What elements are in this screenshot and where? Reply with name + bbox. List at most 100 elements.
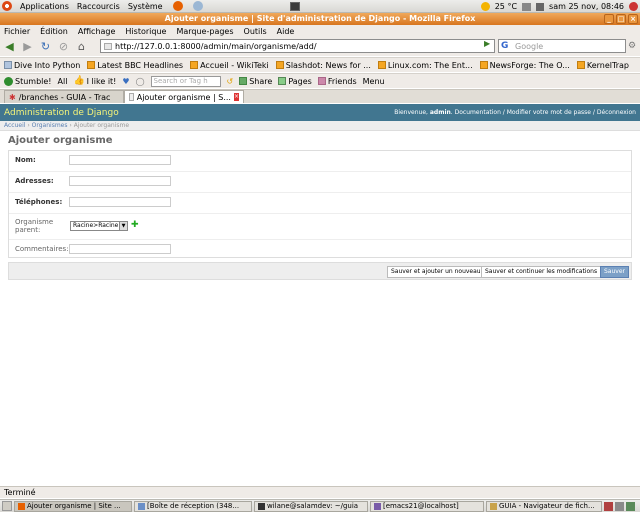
taskbar-item[interactable]: wilane@salamdev: ~/guia bbox=[254, 500, 368, 512]
menu-aide[interactable]: Aide bbox=[277, 27, 295, 36]
bookmark-item[interactable]: Dive Into Python bbox=[4, 61, 80, 70]
terminal-icon bbox=[258, 502, 265, 510]
menu-edition[interactable]: Édition bbox=[40, 27, 68, 36]
menu-systeme[interactable]: Système bbox=[128, 2, 163, 11]
volume-icon[interactable] bbox=[536, 2, 545, 11]
weather-icon bbox=[480, 2, 490, 11]
taskbar-item[interactable]: [Boîte de réception (348... bbox=[134, 500, 252, 512]
breadcrumb-current: Ajouter organisme bbox=[73, 122, 130, 129]
go-icon[interactable]: ▶ bbox=[484, 39, 494, 49]
reload-icon[interactable]: ↻ bbox=[39, 40, 52, 53]
field-label: Adresses: bbox=[15, 177, 54, 185]
menu-applications[interactable]: Applications bbox=[20, 2, 69, 11]
tab-trac[interactable]: ✱ /branches - GUIA - Trac bbox=[4, 90, 124, 103]
all-dropdown[interactable]: All bbox=[58, 77, 68, 86]
show-desktop-icon[interactable] bbox=[2, 501, 12, 511]
refresh-icon[interactable]: ↺ bbox=[227, 77, 234, 86]
adresses-field[interactable] bbox=[69, 176, 171, 186]
organisme-form: Nom: Adresses: Téléphones: Organisme pare… bbox=[8, 150, 632, 258]
forward-icon[interactable]: ▶ bbox=[21, 40, 34, 53]
minimize-button[interactable]: _ bbox=[604, 14, 614, 24]
field-label: Commentaires: bbox=[15, 245, 69, 253]
rss-feed-icon bbox=[87, 61, 96, 69]
commentaires-field[interactable] bbox=[69, 244, 171, 254]
weather-temp[interactable]: 25 °C bbox=[495, 2, 517, 11]
bookmark-item[interactable]: NewsForge: The O... bbox=[479, 61, 570, 70]
gear-icon[interactable]: ⚙ bbox=[628, 41, 636, 51]
save-add-another-button[interactable]: Sauver et ajouter un nouveau bbox=[387, 266, 485, 278]
trash-icon[interactable] bbox=[626, 501, 635, 511]
save-continue-button[interactable]: Sauver et continuer les modifications bbox=[481, 266, 602, 278]
clock[interactable]: sam 25 nov, 08:46 bbox=[549, 2, 624, 11]
taskbar-item[interactable]: [emacs21@localhost] bbox=[370, 500, 484, 512]
workspace-icon[interactable] bbox=[615, 501, 624, 511]
comment-icon[interactable]: ◯ bbox=[136, 77, 145, 86]
ubuntu-logo-icon bbox=[2, 1, 12, 11]
tab-ajouter-organisme[interactable]: Ajouter organisme | S... × bbox=[124, 90, 244, 103]
back-icon[interactable]: ◀ bbox=[3, 40, 16, 53]
workspace-icon[interactable] bbox=[604, 501, 613, 511]
logout-icon[interactable] bbox=[629, 2, 638, 11]
add-related-icon[interactable]: ✚ bbox=[131, 220, 139, 230]
firefox-launcher-icon[interactable] bbox=[172, 1, 183, 11]
user-tools: Bienvenue, admin. Documentation / Modifi… bbox=[394, 109, 636, 116]
bookmark-item[interactable]: Latest BBC Headlines bbox=[87, 61, 183, 70]
google-icon[interactable]: G bbox=[501, 41, 508, 51]
menu-dropdown[interactable]: Menu bbox=[363, 77, 385, 86]
menu-affichage[interactable]: Affichage bbox=[78, 27, 116, 36]
bookmark-item[interactable]: Slashdot: News for ... bbox=[275, 61, 371, 70]
menu-historique[interactable]: Historique bbox=[125, 27, 166, 36]
share-icon bbox=[239, 77, 248, 85]
thumbs-down-icon[interactable]: ♥ bbox=[122, 77, 129, 86]
stumble-button[interactable]: Stumble! bbox=[4, 76, 52, 86]
bottom-panel: Ajouter organisme | Site ... [Boîte de r… bbox=[0, 499, 640, 512]
user-links[interactable]: . Documentation / Modifier votre mot de … bbox=[451, 109, 636, 116]
close-tab-icon[interactable]: × bbox=[233, 93, 239, 101]
field-label: Organisme parent: bbox=[15, 218, 54, 234]
mail-launcher-icon[interactable] bbox=[192, 1, 203, 11]
thumbs-up-icon: 👍 bbox=[73, 76, 85, 86]
telephones-field[interactable] bbox=[69, 197, 171, 207]
breadcrumb-home[interactable]: Accueil bbox=[4, 122, 25, 129]
form-row-nom: Nom: bbox=[9, 151, 631, 172]
like-button[interactable]: 👍 I like it! bbox=[73, 76, 116, 86]
stop-icon[interactable]: ⊘ bbox=[57, 40, 70, 53]
chevron-down-icon: ▼ bbox=[119, 222, 127, 230]
menu-fichier[interactable]: Fichier bbox=[4, 27, 30, 36]
menu-outils[interactable]: Outils bbox=[244, 27, 267, 36]
maximize-button[interactable]: □ bbox=[616, 14, 626, 24]
home-icon[interactable]: ⌂ bbox=[75, 40, 88, 53]
network-icon[interactable] bbox=[522, 2, 532, 11]
search-input[interactable]: G Google bbox=[498, 39, 626, 53]
window-title: Ajouter organisme | Site d'administratio… bbox=[164, 14, 476, 23]
stumbleupon-icon bbox=[4, 76, 13, 86]
taskbar-item[interactable]: GUIA - Navigateur de fich... bbox=[486, 500, 602, 512]
tag-search-input[interactable]: Search or Tag h bbox=[150, 75, 221, 87]
rss-feed-icon bbox=[377, 61, 386, 69]
pages-button[interactable]: Pages bbox=[278, 77, 312, 86]
close-window-button[interactable]: × bbox=[628, 14, 638, 24]
menu-marque-pages[interactable]: Marque-pages bbox=[176, 27, 233, 36]
bookmark-item[interactable]: KernelTrap bbox=[576, 61, 629, 70]
breadcrumb-organismes[interactable]: Organismes bbox=[32, 122, 68, 129]
nom-field[interactable] bbox=[69, 155, 171, 165]
url-bar[interactable]: http://127.0.0.1:8000/admin/main/organis… bbox=[100, 39, 495, 53]
menu-raccourcis[interactable]: Raccourcis bbox=[77, 2, 120, 11]
bookmark-item[interactable]: Accueil - WikiTeki bbox=[190, 61, 269, 70]
bookmark-item[interactable]: Linux.com: The Ent... bbox=[377, 61, 473, 70]
taskbar-item[interactable]: Ajouter organisme | Site ... bbox=[14, 500, 132, 512]
navigation-toolbar: ◀ ▶ ↻ ⊘ ⌂ http://127.0.0.1:8000/admin/ma… bbox=[0, 37, 640, 56]
friends-button[interactable]: Friends bbox=[317, 77, 357, 86]
parent-select[interactable]: Racine>Racine ▼ bbox=[70, 221, 128, 231]
username: admin bbox=[429, 109, 451, 116]
status-bar: Terminé bbox=[0, 486, 640, 498]
rss-feed-icon bbox=[190, 61, 199, 69]
django-brand[interactable]: Administration de Django bbox=[4, 108, 119, 118]
terminal-applet-icon[interactable] bbox=[290, 2, 300, 11]
menubar: Fichier Édition Affichage Historique Mar… bbox=[0, 25, 640, 37]
rss-feed-icon bbox=[479, 61, 488, 69]
window-title-bar[interactable]: Ajouter organisme | Site d'administratio… bbox=[0, 13, 640, 25]
emacs-icon bbox=[374, 502, 381, 510]
share-button[interactable]: Share bbox=[239, 77, 272, 86]
save-button[interactable]: Sauver bbox=[600, 266, 629, 278]
